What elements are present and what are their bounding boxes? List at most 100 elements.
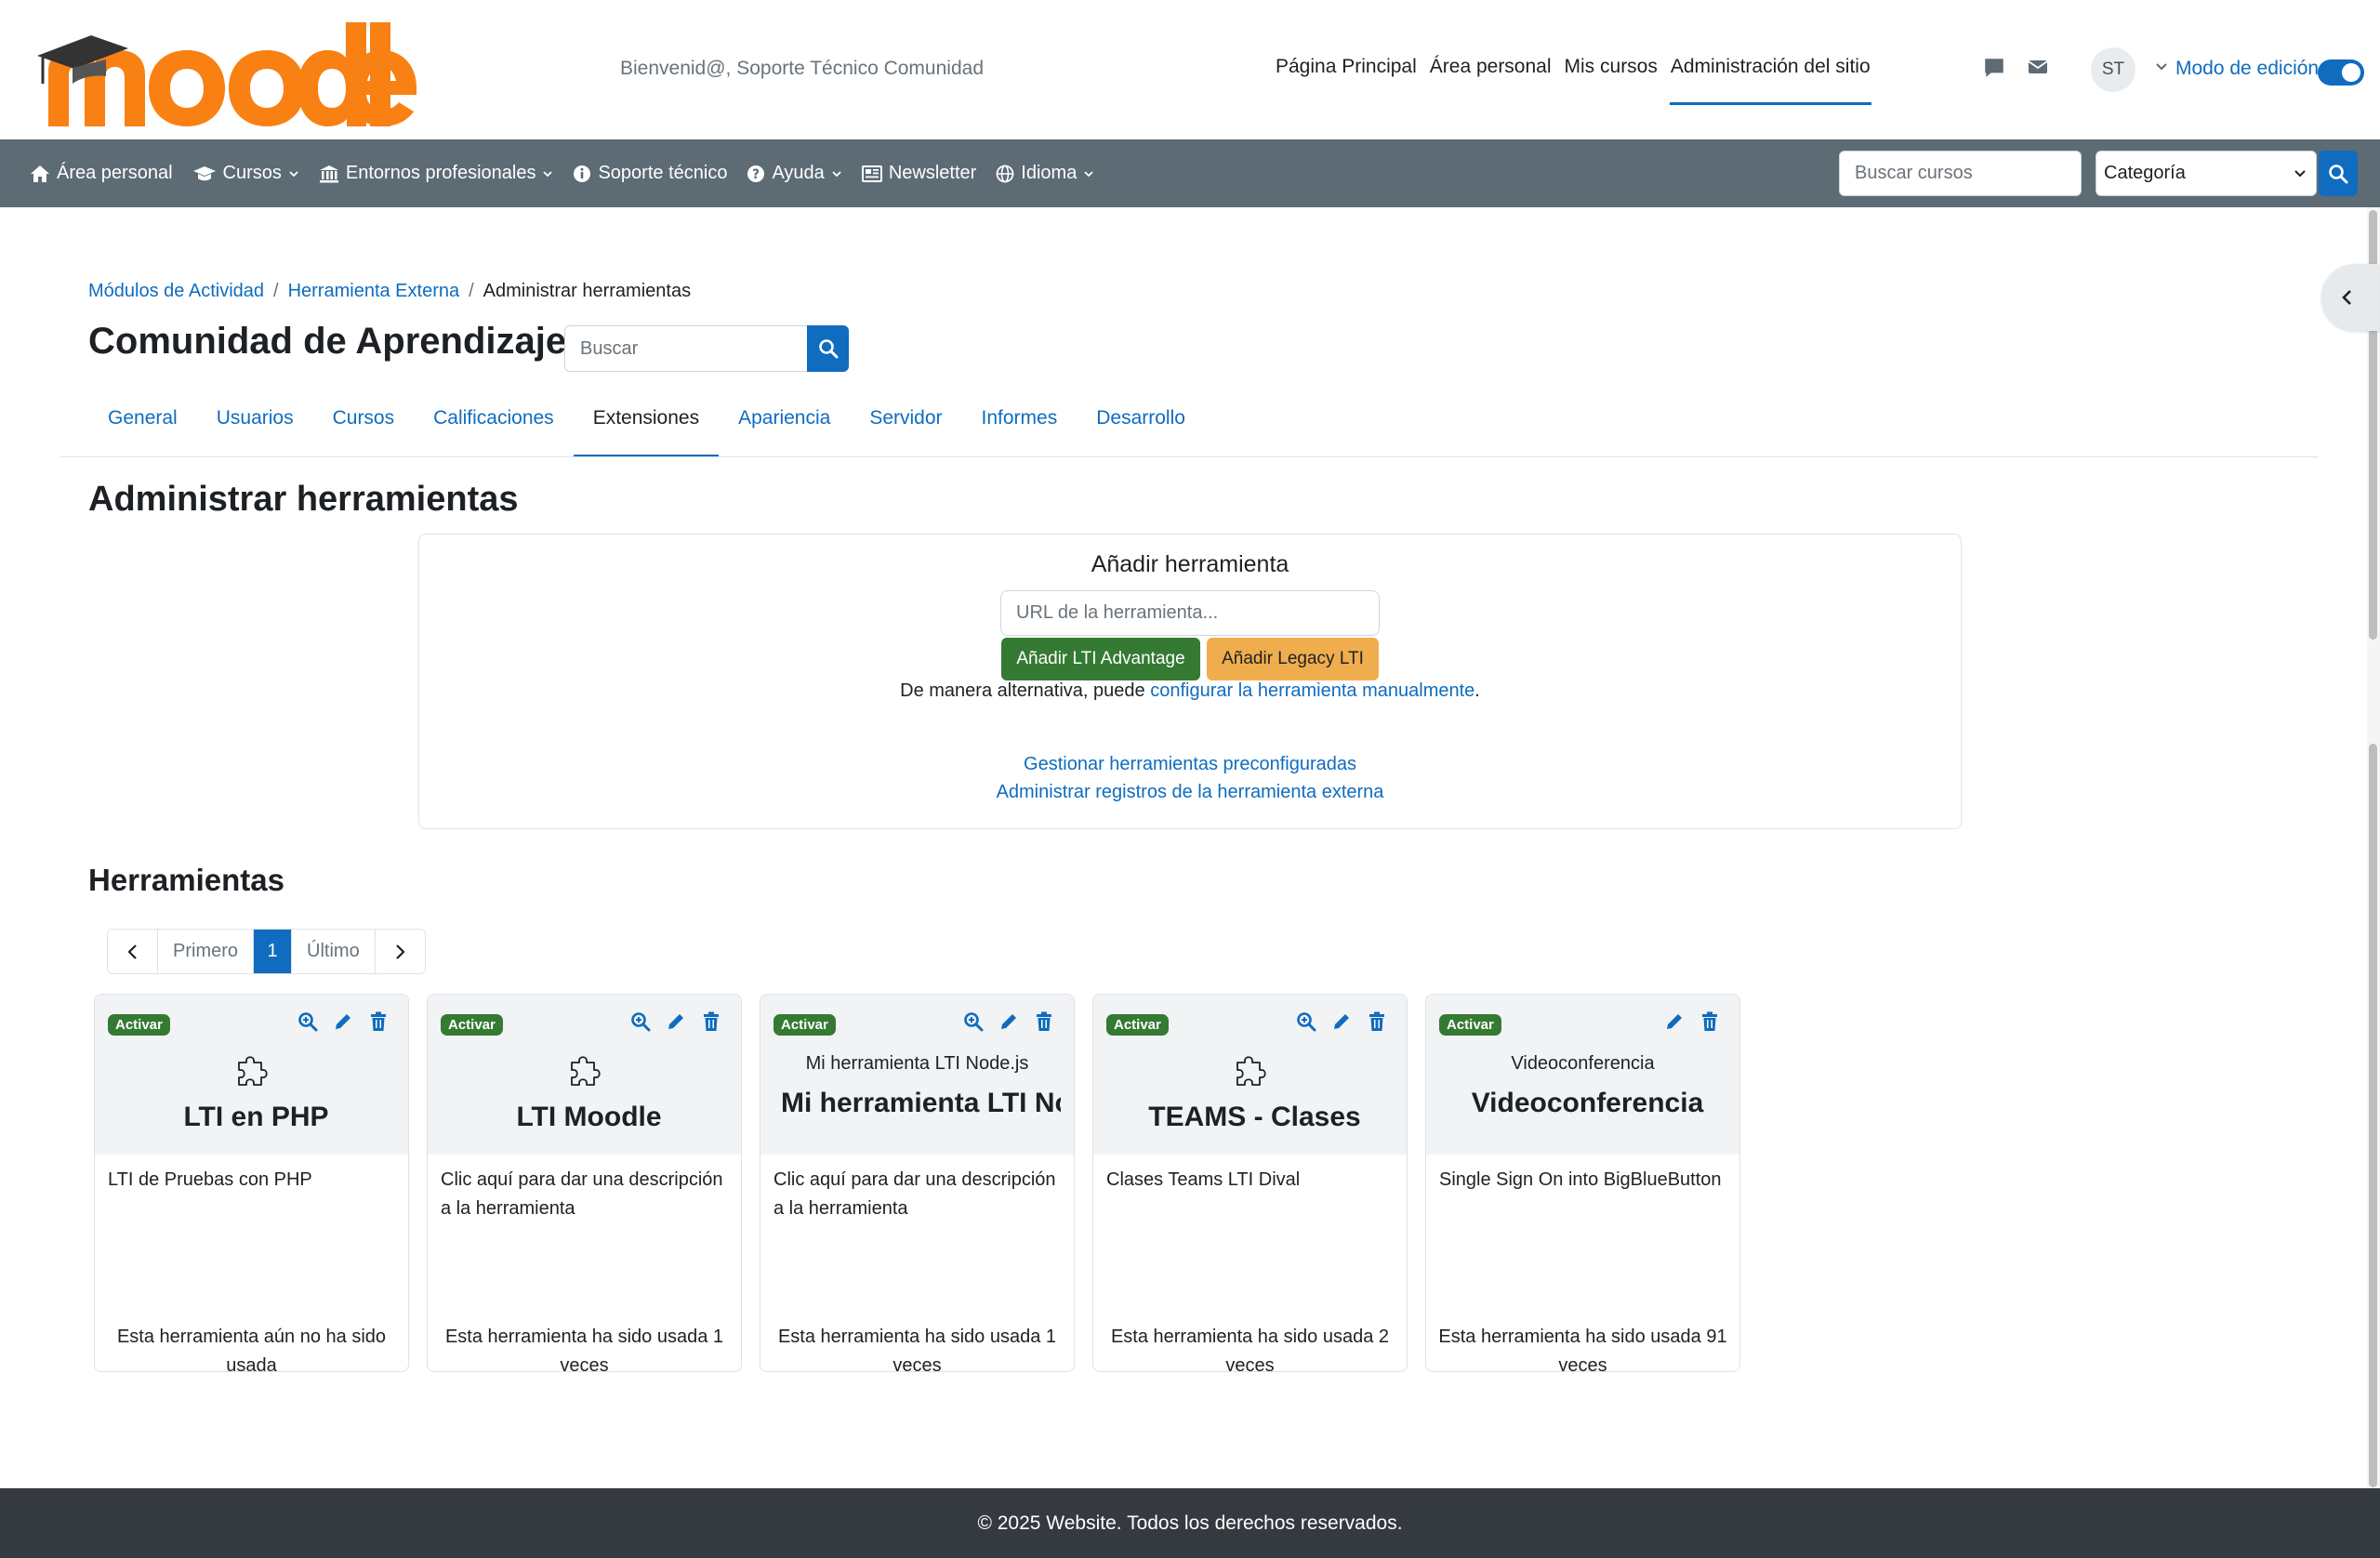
home-icon bbox=[31, 165, 49, 182]
tab-server[interactable]: Servidor bbox=[850, 400, 961, 457]
tab-courses[interactable]: Cursos bbox=[313, 400, 415, 457]
view-icon[interactable] bbox=[962, 1010, 985, 1033]
manage-tool-registrations-link[interactable]: Administrar registros de la herramienta … bbox=[419, 782, 1961, 803]
tool-card-header: Activar LTI Moodle bbox=[428, 995, 741, 1155]
navbar-item-support[interactable]: Soporte técnico bbox=[573, 163, 727, 184]
nav-my-courses[interactable]: Mis cursos bbox=[1558, 56, 1664, 78]
breadcrumb: Módulos de Actividad / Herramienta Exter… bbox=[88, 281, 691, 302]
previous-page-button[interactable] bbox=[108, 930, 158, 973]
navbar-item-label: Idioma bbox=[1021, 163, 1078, 183]
admin-tabs: General Usuarios Cursos Calificaciones E… bbox=[88, 400, 1205, 457]
tool-card-actions bbox=[297, 1010, 390, 1033]
view-icon[interactable] bbox=[629, 1010, 652, 1033]
edit-pencil-icon[interactable] bbox=[332, 1010, 354, 1033]
tool-usage: Esta herramienta ha sido usada 2 veces bbox=[1110, 1327, 1390, 1372]
breadcrumb-activity-modules[interactable]: Módulos de Actividad bbox=[88, 281, 264, 302]
chevron-left-icon bbox=[2342, 290, 2351, 305]
tab-grades[interactable]: Calificaciones bbox=[414, 400, 574, 457]
tool-card-actions bbox=[1295, 1010, 1388, 1033]
navbar-item-courses[interactable]: Cursos bbox=[192, 163, 299, 184]
tool-card-header: Activar Mi herramienta LTI Node.js Mi he… bbox=[760, 995, 1074, 1155]
navbar-item-help[interactable]: ? Ayuda bbox=[747, 163, 841, 184]
tool-usage: Esta herramienta ha sido usada 91 veces bbox=[1438, 1327, 1727, 1372]
tool-card: Activar LTI en PHP LTI de Pruebas con PH… bbox=[94, 994, 409, 1372]
category-select[interactable]: Categoría bbox=[2096, 151, 2317, 196]
course-search-button[interactable] bbox=[2319, 151, 2358, 196]
add-lti-advantage-button[interactable]: Añadir LTI Advantage bbox=[1001, 638, 1200, 680]
welcome-message: Bienvenid@, Soporte Técnico Comunidad bbox=[620, 58, 984, 79]
chevron-left-icon bbox=[126, 944, 137, 959]
navbar-item-dashboard[interactable]: Área personal bbox=[30, 163, 173, 184]
navbar-item-professional[interactable]: Entornos profesionales bbox=[319, 163, 554, 184]
activate-badge[interactable]: Activar bbox=[108, 1014, 170, 1036]
navbar-item-label: Newsletter bbox=[888, 163, 977, 183]
delete-trash-icon[interactable] bbox=[367, 1010, 390, 1033]
messages-icon[interactable] bbox=[1982, 56, 2006, 80]
last-page-button[interactable]: Último bbox=[292, 930, 376, 973]
navbar-item-label: Soporte técnico bbox=[598, 163, 728, 183]
user-avatar[interactable]: ST bbox=[2091, 47, 2135, 92]
breadcrumb-separator: / bbox=[273, 281, 279, 301]
activate-badge[interactable]: Activar bbox=[1439, 1014, 1501, 1036]
breadcrumb-external-tool[interactable]: Herramienta Externa bbox=[288, 281, 460, 302]
tab-users[interactable]: Usuarios bbox=[197, 400, 313, 457]
admin-search-input[interactable]: Buscar bbox=[564, 325, 808, 372]
edit-pencil-icon[interactable] bbox=[998, 1010, 1020, 1033]
category-select-value: Categoría bbox=[2104, 163, 2186, 183]
edit-pencil-icon[interactable] bbox=[1663, 1010, 1686, 1033]
delete-trash-icon[interactable] bbox=[1366, 1010, 1388, 1033]
delete-trash-icon[interactable] bbox=[1699, 1010, 1721, 1033]
activate-badge[interactable]: Activar bbox=[441, 1014, 503, 1036]
current-page-button[interactable]: 1 bbox=[254, 930, 293, 973]
info-icon bbox=[574, 165, 591, 182]
moodle-logo[interactable] bbox=[35, 17, 416, 126]
edit-pencil-icon[interactable] bbox=[1330, 1010, 1353, 1033]
nav-dashboard[interactable]: Área personal bbox=[1423, 56, 1558, 78]
delete-trash-icon[interactable] bbox=[700, 1010, 722, 1033]
edit-pencil-icon[interactable] bbox=[665, 1010, 687, 1033]
configure-manually-link[interactable]: configurar la herramienta manualmente bbox=[1150, 680, 1474, 701]
tool-description: LTI de Pruebas con PHP bbox=[108, 1169, 312, 1190]
tab-development[interactable]: Desarrollo bbox=[1077, 400, 1205, 457]
tool-card-actions bbox=[1663, 1010, 1721, 1033]
globe-icon bbox=[996, 165, 1014, 182]
nav-home[interactable]: Página Principal bbox=[1269, 56, 1423, 78]
manage-preconfigured-tools-link[interactable]: Gestionar herramientas preconfiguradas bbox=[419, 754, 1961, 775]
tool-card: Activar Videoconferencia Videoconferenci… bbox=[1425, 994, 1740, 1372]
tool-usage: Esta herramienta aún no ha sido usada bbox=[116, 1327, 387, 1372]
edit-mode-control[interactable]: Modo de edición bbox=[2155, 58, 2319, 80]
scrollbar-thumb-lower[interactable] bbox=[2369, 744, 2377, 1487]
delete-trash-icon[interactable] bbox=[1033, 1010, 1055, 1033]
page-heading: Administrar herramientas bbox=[88, 480, 519, 519]
breadcrumb-current: Administrar herramientas bbox=[483, 281, 692, 301]
chevron-down-icon bbox=[832, 170, 841, 177]
breadcrumb-separator: / bbox=[469, 281, 474, 301]
course-search-input[interactable]: Buscar cursos bbox=[1839, 151, 2082, 196]
first-page-button[interactable]: Primero bbox=[158, 930, 255, 973]
view-icon[interactable] bbox=[297, 1010, 319, 1033]
tab-reports[interactable]: Informes bbox=[962, 400, 1078, 457]
navbar-item-language[interactable]: Idioma bbox=[996, 163, 1094, 184]
view-icon[interactable] bbox=[1295, 1010, 1317, 1033]
tool-url-input[interactable]: URL de la herramienta... bbox=[1000, 590, 1380, 636]
activate-badge[interactable]: Activar bbox=[1106, 1014, 1169, 1036]
admin-search-button[interactable] bbox=[807, 325, 849, 372]
activate-badge[interactable]: Activar bbox=[774, 1014, 836, 1036]
puzzle-piece-icon bbox=[570, 1056, 601, 1086]
tab-appearance[interactable]: Apariencia bbox=[719, 400, 850, 457]
notifications-envelope-icon[interactable] bbox=[2027, 56, 2051, 80]
open-block-drawer-button[interactable] bbox=[2321, 264, 2379, 331]
tool-card-actions bbox=[962, 1010, 1055, 1033]
tab-plugins[interactable]: Extensiones bbox=[573, 400, 720, 457]
next-page-button[interactable] bbox=[375, 930, 425, 973]
broken-image-alt: Mi herramienta LTI Node.js bbox=[805, 1053, 1029, 1074]
add-legacy-lti-button[interactable]: Añadir Legacy LTI bbox=[1207, 638, 1379, 680]
navbar-item-newsletter[interactable]: Newsletter bbox=[861, 163, 977, 184]
navbar-item-label: Área personal bbox=[57, 163, 173, 183]
nav-site-admin[interactable]: Administración del sitio bbox=[1664, 56, 1877, 105]
tool-cards: Activar LTI en PHP LTI de Pruebas con PH… bbox=[94, 994, 1740, 1372]
tab-general[interactable]: General bbox=[88, 400, 197, 457]
site-header: Bienvenid@, Soporte Técnico Comunidad Pá… bbox=[0, 0, 2380, 139]
edit-mode-toggle[interactable] bbox=[2318, 59, 2364, 86]
manual-config-suffix: . bbox=[1474, 680, 1480, 701]
